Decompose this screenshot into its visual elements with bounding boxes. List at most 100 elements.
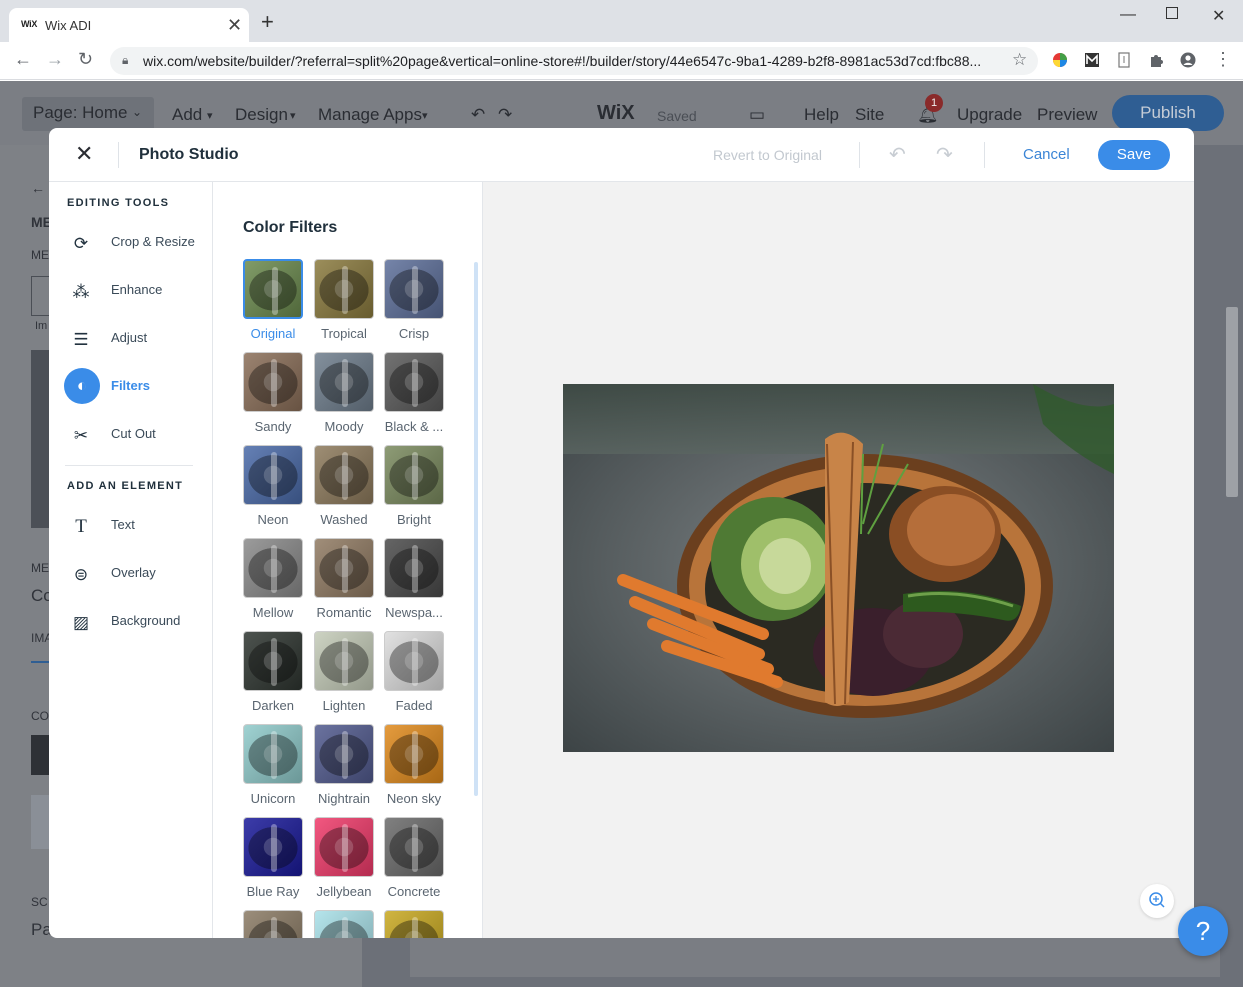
filter-thumbnail [384, 631, 444, 691]
filters-scrollbar[interactable] [474, 262, 478, 796]
filter-moody[interactable]: Moody [314, 352, 376, 442]
upgrade-link[interactable]: Upgrade [957, 105, 1022, 125]
filter-nightrain[interactable]: Nightrain [314, 724, 376, 814]
filter-concrete[interactable]: Concrete [384, 817, 446, 907]
filter-neon[interactable]: Neon [243, 445, 305, 535]
filter-thumbnail [314, 910, 374, 938]
basket-handle-shape [271, 731, 277, 779]
reload-icon[interactable]: ↻ [78, 49, 93, 70]
page-selector[interactable]: Page: Home ⌄ [22, 97, 154, 131]
close-icon[interactable]: ✕ [75, 143, 93, 165]
filter-washed[interactable]: Washed [314, 445, 376, 535]
filter-thumbnail [314, 631, 374, 691]
menu-add[interactable]: Add [172, 105, 202, 125]
help-fab-button[interactable]: ? [1178, 906, 1228, 956]
basket-handle-shape [342, 917, 348, 938]
back-icon[interactable]: ← [14, 49, 32, 70]
redo-icon[interactable]: ↷ [498, 105, 512, 125]
filter-newspa[interactable]: Newspa... [384, 538, 446, 628]
editing-tools-panel: EDITING TOOLS ⟳ Crop & Resize ⁂ Enhance … [49, 182, 213, 938]
undo-icon[interactable]: ↶ [889, 142, 906, 167]
filter-darken[interactable]: Darken [243, 631, 305, 721]
filter-blue-ray[interactable]: Blue Ray [243, 817, 305, 907]
filters-icon: ◐ [64, 368, 100, 404]
filter-more[interactable] [384, 910, 446, 938]
filter-thumbnail [384, 817, 444, 877]
filter-bright[interactable]: Bright [384, 445, 446, 535]
tool-crop-resize[interactable]: ⟳ Crop & Resize [63, 224, 203, 260]
address-bar[interactable]: 🔒︎ wix.com/website/builder/?referral=spl… [110, 47, 1038, 75]
redo-icon[interactable]: ↷ [936, 142, 953, 167]
tool-enhance[interactable]: ⁂ Enhance [63, 272, 203, 308]
filter-faded[interactable]: Faded [384, 631, 446, 721]
element-text[interactable]: T Text [63, 507, 203, 543]
filter-label: Jellybean [316, 884, 372, 899]
filter-mellow[interactable]: Mellow [243, 538, 305, 628]
desktop-view-icon[interactable]: ▭ [749, 105, 765, 125]
filter-more[interactable] [243, 910, 305, 938]
filter-jellybean[interactable]: Jellybean [314, 817, 376, 907]
menu-help[interactable]: Help [804, 105, 839, 125]
chevron-down-icon: ⌄ [132, 105, 143, 119]
tool-cut-out[interactable]: ✂ Cut Out [63, 416, 203, 452]
photo-studio-modal: ✕ Photo Studio Revert to Original ↶ ↷ Ca… [49, 128, 1194, 938]
menu-design[interactable]: Design [235, 105, 288, 125]
filter-lighten[interactable]: Lighten [314, 631, 376, 721]
color-filters-panel: Color Filters Original Tropical Crisp Sandy… [213, 182, 483, 938]
basket-handle-shape [412, 359, 418, 407]
save-button[interactable]: Save [1098, 140, 1170, 170]
filter-unicorn[interactable]: Unicorn [243, 724, 305, 814]
element-background[interactable]: ▨ Background [63, 603, 203, 639]
editor-scrollbar[interactable] [1226, 307, 1238, 497]
preview-link[interactable]: Preview [1037, 105, 1097, 125]
tool-label: Filters [111, 378, 151, 393]
filter-original[interactable]: Original [243, 259, 305, 349]
revert-to-original-button[interactable]: Revert to Original [713, 147, 822, 163]
color-wheel-extension-icon[interactable] [1052, 52, 1068, 68]
m-extension-icon[interactable] [1084, 52, 1100, 68]
filter-label: Concrete [387, 884, 441, 899]
filter-neon-sky[interactable]: Neon sky [384, 724, 446, 814]
bookmark-star-icon[interactable]: ☆ [1012, 50, 1027, 70]
browser-tab[interactable]: WiX Wix ADI ✕ [9, 8, 249, 42]
publish-button[interactable]: Publish [1112, 95, 1224, 131]
filter-romantic[interactable]: Romantic [314, 538, 376, 628]
minimize-icon[interactable]: — [1120, 6, 1136, 24]
filter-label: Neon [257, 512, 289, 527]
tool-filters[interactable]: ◐ Filters [63, 368, 203, 404]
zoom-in-icon [1149, 892, 1165, 908]
filter-tropical[interactable]: Tropical [314, 259, 376, 349]
filter-thumbnail [314, 538, 374, 598]
undo-icon[interactable]: ↶ [471, 105, 485, 125]
filter-label: Washed [320, 512, 368, 527]
filter-label: Unicorn [250, 791, 296, 806]
basket-handle-shape [342, 359, 348, 407]
filter-thumbnail [243, 352, 303, 412]
tool-adjust[interactable]: ☰ Adjust [63, 320, 203, 356]
cancel-button[interactable]: Cancel [1023, 146, 1070, 163]
filter-crisp[interactable]: Crisp [384, 259, 446, 349]
menu-manage-apps[interactable]: Manage Apps [318, 105, 422, 125]
element-overlay[interactable]: ⊜ Overlay [63, 555, 203, 591]
new-tab-icon[interactable]: + [261, 11, 274, 33]
tool-label: Crop & Resize [111, 234, 195, 249]
menu-site[interactable]: Site [855, 105, 884, 125]
maximize-icon[interactable] [1166, 7, 1178, 19]
profile-avatar-icon[interactable] [1180, 52, 1196, 68]
zoom-button[interactable] [1140, 884, 1174, 918]
element-label: Text [111, 517, 135, 532]
forward-icon[interactable]: → [46, 49, 64, 70]
tab-close-icon[interactable]: ✕ [227, 15, 242, 36]
document-extension-icon[interactable] [1116, 52, 1132, 68]
filter-label: Romantic [316, 605, 372, 620]
panel-label-fragment: Im [35, 320, 48, 332]
extensions-puzzle-icon[interactable] [1148, 52, 1164, 68]
add-element-heading: ADD AN ELEMENT [67, 480, 184, 492]
basket-handle-shape [271, 452, 277, 500]
filter-sandy[interactable]: Sandy [243, 352, 305, 442]
filter-black[interactable]: Black & ... [384, 352, 446, 442]
browser-menu-icon[interactable]: ⋮ [1214, 49, 1232, 70]
basket-handle-shape [342, 731, 348, 779]
window-close-icon[interactable]: ✕ [1212, 6, 1225, 26]
filter-more[interactable] [314, 910, 376, 938]
